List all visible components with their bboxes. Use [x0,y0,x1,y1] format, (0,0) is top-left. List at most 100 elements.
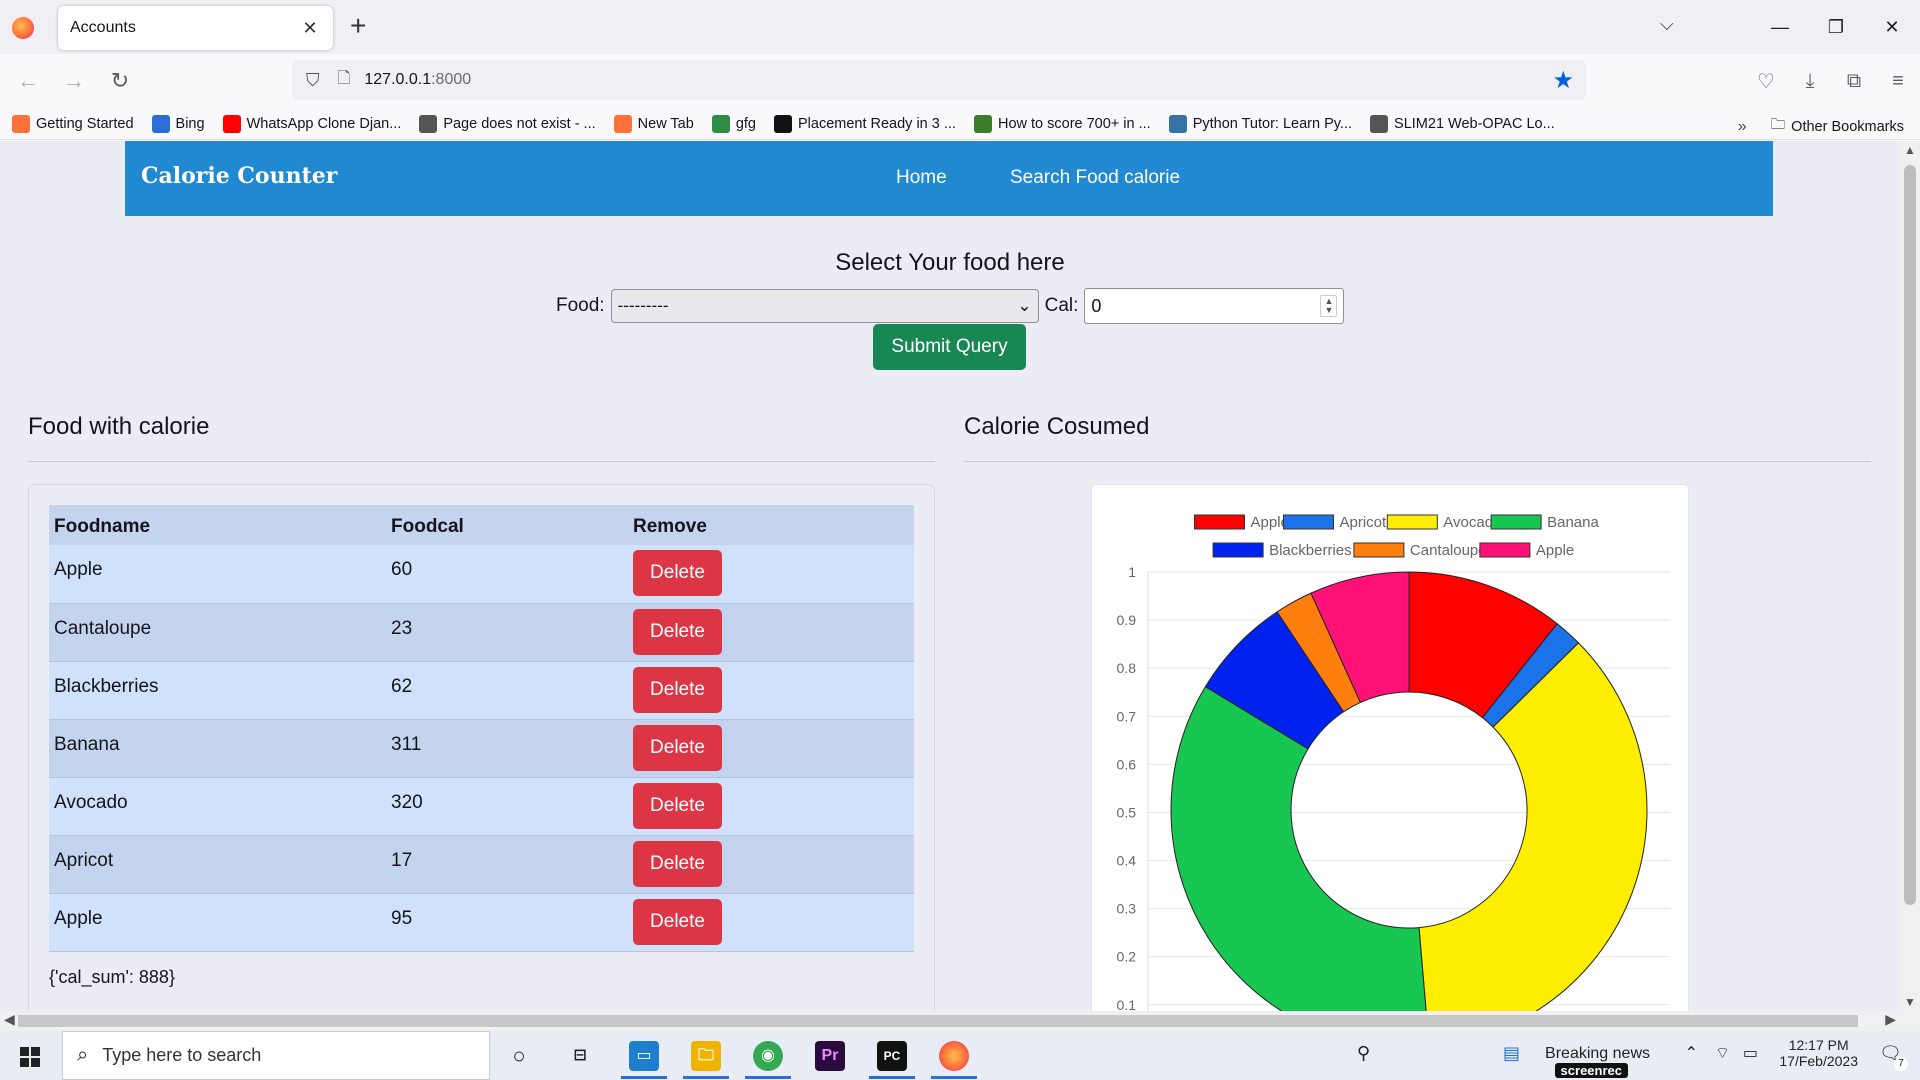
battery-icon[interactable]: ▭ [1743,1043,1758,1063]
submit-query-button[interactable]: Submit Query [873,324,1026,370]
food-form: Food: --------- ⌄ Cal: 0 ▲ ▼ [556,288,1345,324]
cal-input[interactable]: 0 ▲ ▼ [1084,288,1345,324]
number-spinner-icon[interactable]: ▲ ▼ [1320,295,1338,317]
list-tabs-icon[interactable]: ⌵ [1660,14,1674,35]
bookmark-favicon-icon [1370,114,1389,133]
food-cal-cell: 95 [386,893,628,952]
scroll-thumb[interactable] [1904,165,1916,905]
clock[interactable]: 12:17 PM 17/Feb/2023 [1779,1037,1858,1069]
new-tab-button[interactable]: + [350,10,366,42]
scroll-down-icon[interactable]: ▼ [1900,995,1920,1009]
legend-label: Apple [1536,542,1574,559]
chevron-up-icon[interactable]: ⌃ [1685,1043,1698,1063]
download-icon[interactable]: ⤓ [1788,70,1832,93]
bookmark-item[interactable]: New Tab [613,114,694,133]
page-icon[interactable]: 🗋 [338,67,351,94]
food-select[interactable]: --------- ⌄ [610,289,1039,323]
menu-icon[interactable]: ≡ [1876,70,1920,93]
brand-logo[interactable]: Calorie Counter [141,163,337,189]
windows-start-icon[interactable] [20,1047,40,1067]
toolbar-right: ♡ ⤓ ⧉ ≡ [1744,54,1920,108]
back-icon[interactable]: ← [10,63,46,99]
news-icon[interactable]: ▤ [1503,1043,1520,1064]
col-remove: Remove [628,505,914,545]
shield-icon[interactable]: ⛉ [306,70,320,91]
bookmark-favicon-icon [12,114,30,133]
chrome-icon[interactable]: ◉ [753,1041,783,1071]
remove-cell: Delete [628,835,914,894]
delete-button[interactable]: Delete [633,724,722,771]
hscroll-thumb[interactable] [18,1015,1858,1027]
delete-button[interactable]: Delete [633,898,722,945]
legend-swatch [1212,542,1264,558]
bookmark-item[interactable]: SLIM21 Web-OPAC Lo... [1370,114,1555,133]
news-widget[interactable]: Breaking news [1545,1045,1650,1063]
other-bookmarks[interactable]: Other Bookmarks [1791,119,1904,135]
remove-cell: Delete [628,893,914,952]
bookmark-item[interactable]: Placement Ready in 3 ... [773,114,956,133]
premiere-pro-icon[interactable]: Pr [815,1041,845,1071]
task-view-icon[interactable]: ⊟ [565,1041,595,1071]
food-table-card: Foodname Foodcal Remove Apple 60 Delete Can… [28,484,935,1011]
bookmark-item[interactable]: WhatsApp Clone Djan... [222,114,401,133]
delete-button[interactable]: Delete [633,608,722,655]
bookmark-label: Getting Started [36,115,134,132]
bookmark-star-icon[interactable]: ★ [1552,66,1574,95]
reload-icon[interactable]: ↻ [102,63,138,99]
table-row: Apple 95 Delete [49,893,914,952]
minimize-icon[interactable]: — [1752,17,1808,38]
calorie-consumed-title: Calorie Cosumed [964,413,1150,440]
desktop-app-icon[interactable]: ▭ [629,1041,659,1071]
delete-button[interactable]: Delete [633,840,722,887]
delete-button[interactable]: Delete [633,782,722,829]
remove-cell: Delete [628,545,914,604]
restore-icon[interactable]: ❐ [1808,17,1864,38]
forward-icon[interactable]: → [56,63,92,99]
y-tick-label: 0.5 [1117,804,1137,820]
wifi-icon[interactable]: ⌔ [1715,1043,1730,1063]
bookmark-item[interactable]: Bing [151,114,205,133]
delete-button[interactable]: Delete [633,550,722,596]
vertical-scrollbar[interactable]: ▲ ▼ [1900,141,1920,1011]
people-icon[interactable]: ⚲ [1357,1043,1370,1064]
pycharm-icon[interactable]: PC [877,1041,907,1071]
cal-sum: {'cal_sum': 888} [49,967,175,987]
close-window-icon[interactable]: ✕ [1864,17,1920,38]
firefox-icon[interactable] [12,17,34,39]
pocket-icon[interactable]: ♡ [1744,69,1788,94]
bookmark-item[interactable]: Python Tutor: Learn Py... [1168,114,1352,133]
scroll-right-icon[interactable]: ▶ [1885,1011,1896,1028]
url-bar[interactable]: ⛉ 🗋 127.0.0.1:8000 ★ [292,60,1586,100]
scroll-left-icon[interactable]: ◀ [4,1011,15,1028]
legend-label: Banana [1547,514,1599,531]
taskbar-search[interactable]: ⌕ Type here to search [62,1031,490,1080]
table-row: Avocado 320 Delete [49,777,914,836]
delete-button[interactable]: Delete [633,666,722,713]
divider [964,461,1871,462]
nav-toolbar: ← → ↻ ⛉ 🗋 127.0.0.1:8000 ★ ♡ ⤓ ⧉ ≡ [0,54,1920,108]
table-row: Banana 311 Delete [49,719,914,778]
cortana-icon[interactable]: ○ [504,1041,534,1071]
food-cal-cell: 17 [386,835,628,894]
scroll-up-icon[interactable]: ▲ [1900,143,1920,157]
extensions-icon[interactable]: ⧉ [1832,70,1876,93]
nav-home[interactable]: Home [896,167,947,189]
bookmark-item[interactable]: How to score 700+ in ... [973,114,1151,133]
nav-search-food-calorie[interactable]: Search Food calorie [1010,167,1180,189]
file-explorer-icon[interactable]: 🗀 [691,1041,721,1071]
bookmark-label: How to score 700+ in ... [997,115,1151,132]
bookmark-label: gfg [735,115,756,132]
bookmark-item[interactable]: gfg [711,114,756,133]
bookmark-item[interactable]: Getting Started [12,114,134,133]
bookmark-item[interactable]: Page does not exist - ... [419,114,596,133]
food-name-cell: Avocado [49,777,386,836]
food-name-cell: Apricot [49,835,386,894]
more-bookmarks-icon[interactable]: » [1738,118,1747,136]
col-foodname: Foodname [49,505,386,545]
chevron-down-icon: ⌄ [1017,296,1032,315]
food-name-cell: Banana [49,719,386,778]
tab-accounts[interactable]: Accounts ✕ [58,6,333,50]
horizontal-scrollbar[interactable]: ◀ ▶ [0,1011,1920,1031]
firefox-taskbar-icon[interactable] [939,1041,969,1071]
tab-close-icon[interactable]: ✕ [299,18,321,39]
